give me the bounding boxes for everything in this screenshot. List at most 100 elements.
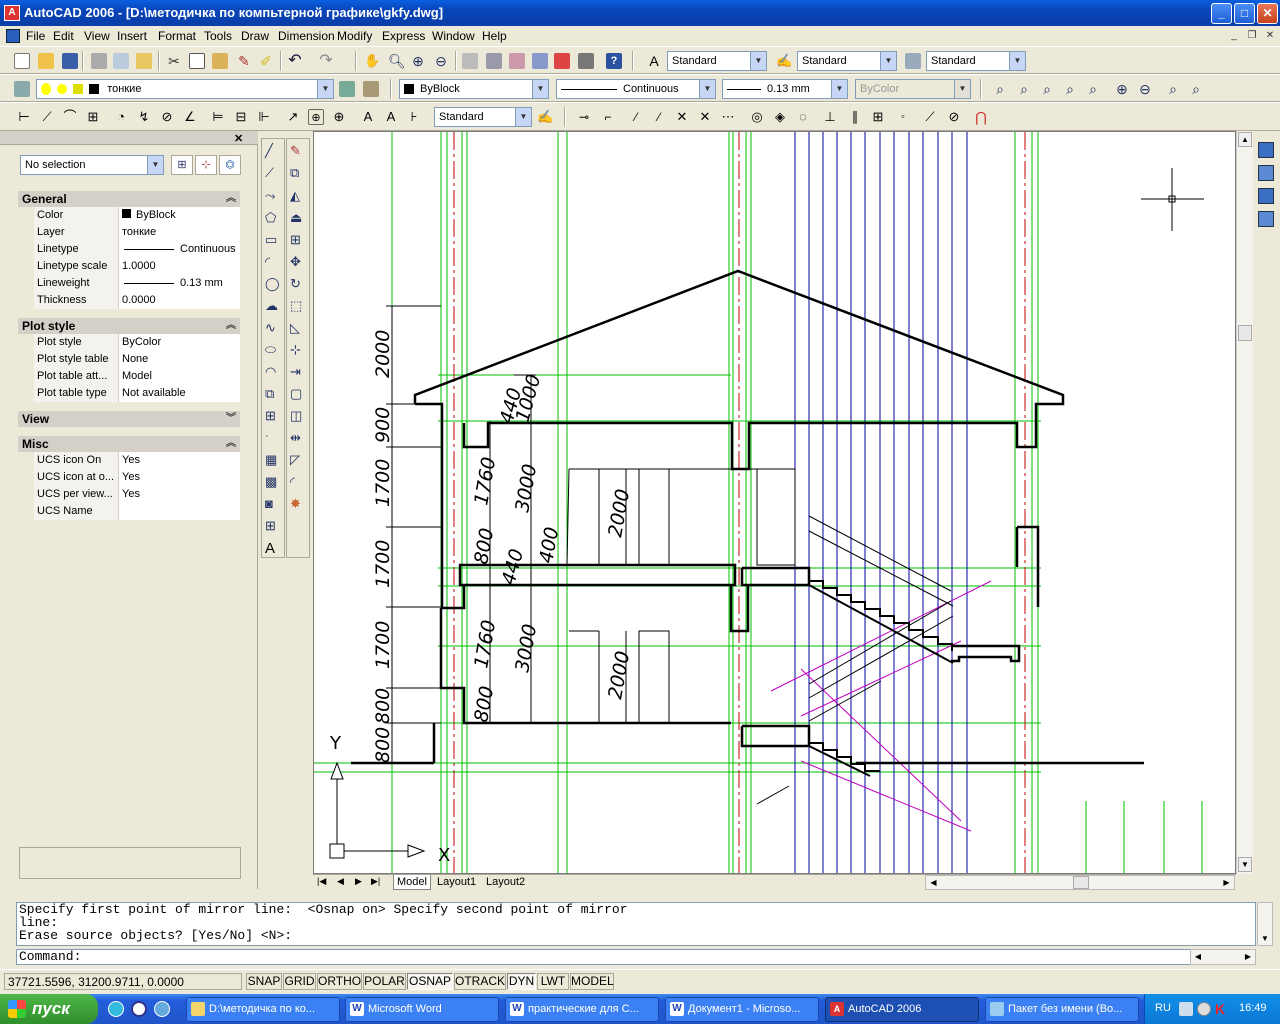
prop-row-plot-style-table[interactable]: Plot style table None bbox=[34, 351, 240, 368]
jogged-dimension-icon[interactable]: ↯ bbox=[136, 109, 152, 125]
block-editor-icon[interactable]: ✐ bbox=[258, 53, 274, 69]
explode-icon[interactable]: ✸ bbox=[290, 496, 307, 513]
section-plot-style[interactable]: Plot style ︽ bbox=[18, 318, 240, 334]
task-autocad[interactable]: A AutoCAD 2006 bbox=[825, 997, 979, 1022]
model-toggle[interactable]: MODEL bbox=[570, 973, 614, 990]
dimension-text-edit-icon[interactable]: A bbox=[383, 109, 399, 125]
chevron-up-icon[interactable]: ︽ bbox=[226, 436, 236, 452]
otrack-toggle[interactable]: OTRACK bbox=[454, 973, 506, 990]
prop-row-linetype-scale[interactable]: Linetype scale 1.0000 bbox=[34, 258, 240, 275]
clock[interactable]: 16:49 bbox=[1239, 1002, 1267, 1014]
region-icon[interactable]: ◙ bbox=[265, 496, 282, 513]
array-icon[interactable]: ⊞ bbox=[290, 232, 307, 249]
chevron-down-icon[interactable]: ▼ bbox=[831, 80, 847, 98]
zoom-realtime-icon[interactable]: 🔍︎ bbox=[388, 53, 406, 69]
dimension-style-icon[interactable]: ✍ bbox=[776, 53, 792, 69]
task-package[interactable]: Пакет без имени (Во... bbox=[985, 997, 1139, 1022]
chevron-down-icon[interactable]: ▼ bbox=[699, 80, 715, 98]
snap-node-icon[interactable]: ◦ bbox=[895, 109, 911, 125]
chevron-down-icon[interactable]: ▼ bbox=[147, 156, 163, 174]
snap-from-icon[interactable]: ⌐ bbox=[600, 109, 616, 125]
help-icon[interactable]: ? bbox=[606, 53, 622, 69]
dimension-style-select[interactable]: Standard ▼ bbox=[797, 51, 897, 71]
temporary-tracking-icon[interactable]: ⊸ bbox=[576, 109, 592, 125]
scroll-right-icon[interactable]: ▶ bbox=[1241, 950, 1255, 964]
first-tab-icon[interactable]: |◀ bbox=[317, 876, 326, 887]
snap-quadrant-icon[interactable]: ◈ bbox=[772, 109, 788, 125]
chevron-down-icon[interactable]: ▼ bbox=[880, 52, 896, 70]
linetype-select[interactable]: Continuous ▼ bbox=[556, 79, 716, 99]
radius-dimension-icon[interactable]: ◔ bbox=[113, 109, 129, 125]
network-icon[interactable] bbox=[1197, 1002, 1211, 1016]
rectangle-icon[interactable]: ▭ bbox=[265, 232, 282, 249]
browser-icon[interactable] bbox=[154, 1001, 170, 1017]
doc-minimize-button[interactable]: _ bbox=[1226, 29, 1242, 43]
zoom-extents-icon[interactable]: ⌕ bbox=[1188, 81, 1204, 97]
extend-icon[interactable]: ⇥ bbox=[290, 364, 307, 381]
properties-icon[interactable] bbox=[462, 53, 478, 69]
menu-edit[interactable]: Edit bbox=[53, 28, 74, 44]
chamfer-icon[interactable]: ◸ bbox=[290, 452, 307, 469]
mirror-icon[interactable]: ◭ bbox=[290, 188, 307, 205]
prop-value[interactable]: Continuous bbox=[118, 241, 240, 258]
linear-dimension-icon[interactable]: ⊢ bbox=[16, 109, 32, 125]
prop-value[interactable]: ByColor bbox=[118, 334, 240, 351]
prop-value[interactable]: тонкие bbox=[118, 224, 240, 241]
dyn-toggle[interactable]: DYN bbox=[507, 973, 536, 990]
prop-value[interactable]: Yes bbox=[118, 486, 240, 503]
menu-view[interactable]: View bbox=[84, 28, 110, 44]
zoom-scale-icon[interactable]: ⌕ bbox=[1062, 81, 1078, 97]
lineweight-select[interactable]: 0.13 mm ▼ bbox=[722, 79, 848, 99]
color-select[interactable]: ByBlock ▼ bbox=[399, 79, 549, 99]
snap-nearest-icon[interactable]: ⟋ bbox=[922, 109, 938, 125]
angular-dimension-icon[interactable]: ∠ bbox=[182, 109, 198, 125]
section-general[interactable]: General ︽ bbox=[18, 191, 240, 207]
polar-toggle[interactable]: POLAR bbox=[363, 973, 406, 990]
osnap-settings-icon[interactable]: ⋂ bbox=[973, 109, 989, 125]
multiline-text-icon[interactable]: A bbox=[265, 540, 282, 557]
snap-parallel-icon[interactable]: ∥ bbox=[847, 109, 863, 125]
break-at-point-icon[interactable]: ▢ bbox=[290, 386, 307, 403]
aligned-dimension-icon[interactable]: ⟋ bbox=[39, 109, 55, 125]
toggle-pickadd-icon[interactable]: ⊞ bbox=[171, 155, 193, 175]
continue-dimension-icon[interactable]: ⊩ bbox=[256, 109, 272, 125]
text-style-icon[interactable]: A bbox=[646, 53, 662, 69]
circle-icon[interactable]: ◯ bbox=[265, 276, 282, 293]
task-document1[interactable]: W Документ1 - Microso... bbox=[665, 997, 819, 1022]
line-icon[interactable]: ╱ bbox=[265, 143, 282, 160]
text-style-select[interactable]: Standard ▼ bbox=[667, 51, 767, 71]
chevron-up-icon[interactable]: ︽ bbox=[226, 191, 236, 207]
snap-extension-icon[interactable]: ⋯ bbox=[720, 109, 736, 125]
arc-icon[interactable]: ◜ bbox=[265, 254, 282, 271]
design-center-icon[interactable] bbox=[486, 53, 502, 69]
ortho-toggle[interactable]: ORTHO bbox=[317, 973, 362, 990]
zoom-window-icon[interactable]: ⊕ bbox=[410, 53, 426, 69]
prop-value[interactable]: None bbox=[118, 351, 240, 368]
revision-cloud-icon[interactable]: ☁ bbox=[265, 298, 282, 315]
layer-manager-icon[interactable] bbox=[14, 81, 30, 97]
copy-object-icon[interactable]: ⧉ bbox=[290, 165, 307, 182]
publish-icon[interactable] bbox=[136, 53, 152, 69]
prop-row-lineweight[interactable]: Lineweight 0.13 mm bbox=[34, 275, 240, 292]
menu-file[interactable]: File bbox=[26, 28, 45, 44]
pan-realtime-icon[interactable]: ✋ bbox=[364, 53, 380, 69]
menu-format[interactable]: Format bbox=[158, 28, 196, 44]
osnap-toggle[interactable]: OSNAP bbox=[407, 973, 453, 990]
snap-toggle[interactable]: SNAP bbox=[246, 973, 282, 990]
menu-help[interactable]: Help bbox=[482, 28, 507, 44]
bring-above-icon[interactable] bbox=[1258, 188, 1274, 204]
table-style-icon[interactable] bbox=[905, 53, 921, 69]
doc-close-button[interactable]: ✕ bbox=[1262, 29, 1278, 43]
prop-row-linetype[interactable]: Linetype Continuous bbox=[34, 241, 240, 258]
scroll-left-icon[interactable]: ◀ bbox=[1191, 950, 1205, 964]
close-icon[interactable]: ✕ bbox=[234, 132, 243, 145]
diameter-dimension-icon[interactable]: ⊘ bbox=[159, 109, 175, 125]
prop-value[interactable]: Not available bbox=[118, 385, 240, 402]
layer-select[interactable]: тонкие ▼ bbox=[36, 79, 334, 99]
dimension-style-icon[interactable]: ✍ bbox=[537, 109, 553, 125]
prop-value[interactable]: ByBlock bbox=[118, 207, 240, 224]
table-icon[interactable]: ⊞ bbox=[265, 518, 282, 535]
calculator-icon[interactable] bbox=[578, 53, 594, 69]
point-icon[interactable]: · bbox=[265, 430, 282, 447]
document-icon[interactable] bbox=[6, 29, 20, 43]
